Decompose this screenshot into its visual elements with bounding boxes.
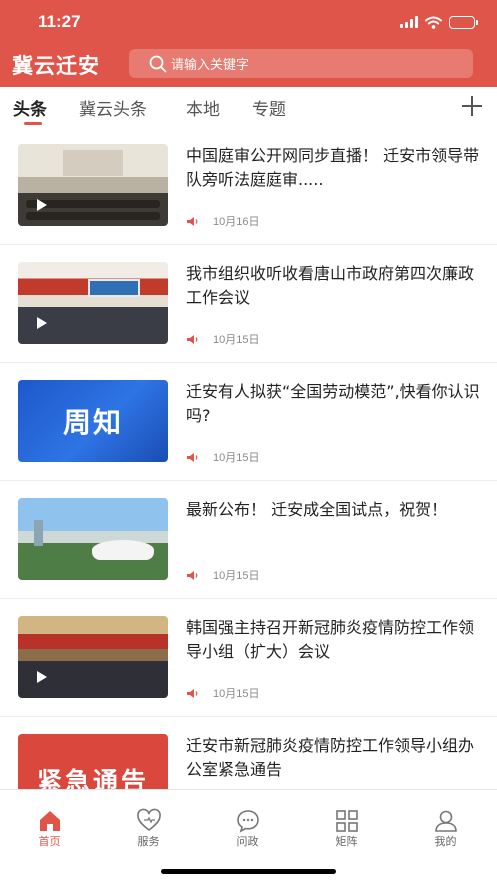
search-placeholder: 请输入关键字 (171, 58, 250, 73)
nav-label: 问政 (236, 835, 259, 848)
thumbnail-text: 周知 (62, 406, 123, 439)
speaker-icon (187, 334, 198, 344)
news-thumbnail (18, 498, 168, 580)
app-bar: 冀云迁安 请输入关键字 (0, 44, 497, 87)
news-item[interactable]: 周知 迁安有人拟获“全国劳动模范”,快看你认识吗? 10月15日 (0, 363, 497, 481)
speaker-icon (187, 570, 198, 580)
chat-bubble-icon (237, 810, 259, 833)
nav-profile[interactable]: 我的 (396, 790, 495, 852)
news-thumbnail (18, 616, 168, 698)
news-thumbnail (18, 262, 168, 344)
news-item[interactable]: 中国庭审公开网同步直播！ 迁安市领导带队旁听法庭庭审..... 10月16日 (0, 127, 497, 245)
news-item[interactable]: 我市组织收听收看唐山市政府第四次廉政工作会议 10月15日 (0, 245, 497, 363)
news-date: 10月15日 (213, 334, 260, 346)
news-item[interactable]: 最新公布！ 迁安成全国试点，祝贺！ 10月15日 (0, 481, 497, 599)
app-title: 冀云迁安 (12, 54, 100, 78)
news-meta: 10月15日 (186, 331, 259, 347)
news-date: 10月15日 (213, 452, 260, 464)
speaker-icon (187, 216, 198, 226)
news-thumbnail: 紧急通告 (18, 734, 168, 789)
nav-label: 首页 (38, 835, 61, 848)
nav-matrix[interactable]: 矩阵 (297, 790, 396, 852)
news-date: 10月16日 (213, 216, 260, 228)
status-time: 11:27 (38, 12, 81, 31)
user-icon (435, 810, 457, 832)
news-thumbnail: 周知 (18, 380, 168, 462)
news-title: 迁安市新冠肺炎疫情防控工作领导小组办公室紧急通告 (186, 736, 475, 779)
news-date: 10月15日 (213, 688, 260, 700)
news-meta: 10月15日 (186, 685, 259, 701)
home-indicator (161, 869, 336, 874)
heart-icon (137, 808, 161, 832)
news-title: 中国庭审公开网同步直播！ 迁安市领导带队旁听法庭庭审..... (186, 146, 480, 189)
tab-headlines[interactable]: 头条 (13, 95, 47, 120)
add-channel-icon[interactable] (461, 95, 483, 117)
grid-icon (336, 810, 358, 832)
nav-inquiry[interactable]: 问政 (198, 790, 297, 852)
active-tab-indicator (24, 122, 42, 125)
nav-home[interactable]: 首页 (0, 790, 99, 852)
home-icon (40, 811, 60, 831)
speaker-icon (187, 688, 198, 698)
tab-topics[interactable]: 专题 (252, 95, 286, 120)
news-meta: 10月15日 (186, 449, 259, 465)
status-icons (400, 15, 478, 29)
speaker-icon (187, 452, 198, 462)
search-input[interactable]: 请输入关键字 (129, 49, 473, 78)
nav-label: 我的 (434, 835, 457, 848)
search-icon (149, 55, 167, 72)
news-date: 10月15日 (213, 570, 260, 582)
news-thumbnail (18, 144, 168, 226)
news-meta: 10月15日 (186, 567, 259, 583)
status-bar: 11:27 (0, 0, 497, 44)
app-header: 11:27 冀云迁安 请输入关键字 (0, 0, 497, 87)
battery-charging-icon (449, 15, 478, 29)
nav-services[interactable]: 服务 (99, 790, 198, 852)
thumbnail-text: 紧急通告 (36, 767, 149, 789)
news-meta: 10月16日 (186, 213, 259, 229)
news-title: 我市组织收听收看唐山市政府第四次廉政工作会议 (186, 264, 475, 307)
nav-label: 矩阵 (335, 835, 358, 848)
news-title: 迁安有人拟获“全国劳动模范”,快看你认识吗? (186, 382, 480, 425)
channel-tabs: 头条 冀云头条 本地 专题 (0, 87, 497, 127)
news-title: 韩国强主持召开新冠肺炎疫情防控工作领导小组（扩大）会议 (186, 618, 475, 661)
tab-local[interactable]: 本地 (186, 95, 220, 120)
tab-jiyun-headlines[interactable]: 冀云头条 (79, 95, 147, 120)
news-title: 最新公布！ 迁安成全国试点，祝贺！ (186, 500, 448, 519)
signal-icon (400, 16, 418, 28)
news-item[interactable]: 韩国强主持召开新冠肺炎疫情防控工作领导小组（扩大）会议 10月15日 (0, 599, 497, 717)
wifi-icon (425, 16, 442, 29)
play-icon (37, 199, 47, 211)
news-item[interactable]: 紧急通告 迁安市新冠肺炎疫情防控工作领导小组办公室紧急通告 (0, 717, 497, 789)
news-list: 中国庭审公开网同步直播！ 迁安市领导带队旁听法庭庭审..... 10月16日 我… (0, 127, 497, 789)
nav-label: 服务 (137, 835, 160, 848)
play-icon (37, 671, 47, 683)
play-icon (37, 317, 47, 329)
